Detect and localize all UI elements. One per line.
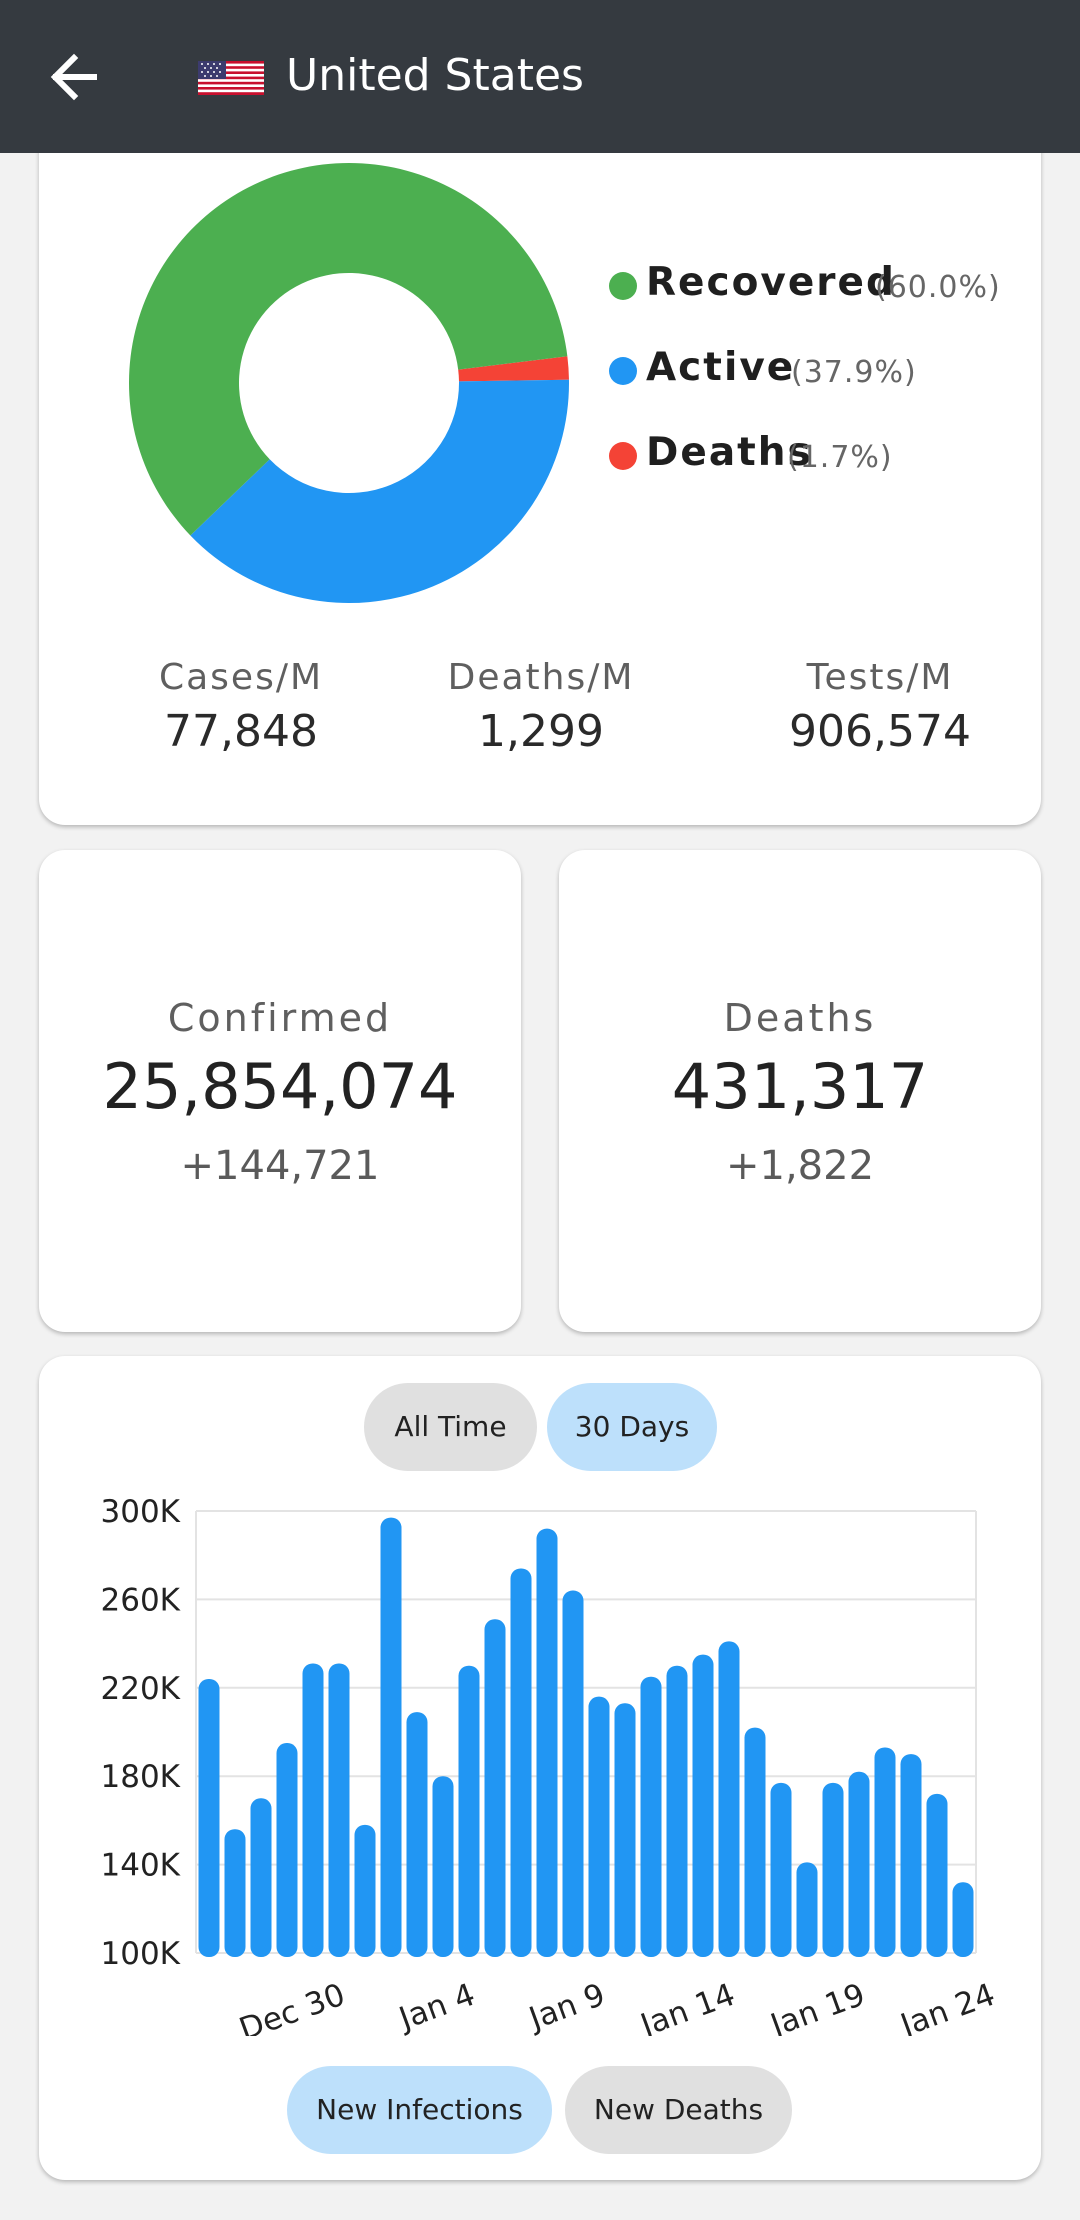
stat-value: 1,299 [478,706,604,757]
confirmed-delta: +144,721 [180,1143,380,1189]
legend-percent: (37.9%) [791,355,917,390]
y-tick-label: 260K [101,1582,181,1618]
legend-percent: (1.7%) [787,440,893,475]
y-tick-label: 300K [101,1494,181,1530]
confirmed-label: Confirmed [167,996,393,1040]
recovered-dot-icon [609,272,637,300]
confirmed-card: Confirmed 25,854,074 +144,721 [39,850,521,1332]
bar [250,1798,272,1957]
chart-card: All Time 30 Days 100K 140K 180K 220K 260K 300… [39,1356,1041,2180]
stat-deaths-per-million: Deaths/M 1,299 [381,657,701,757]
x-tick-label: Jan 14 [634,1977,739,2036]
y-tick-label: 180K [101,1759,181,1795]
x-tick-label: Jan 24 [894,1977,999,2036]
arrow-left-icon [50,53,97,101]
bar [744,1727,766,1957]
legend-percent: (60.0%) [875,270,1001,305]
bar [380,1517,402,1957]
back-button[interactable] [40,42,110,112]
y-tick-label: 140K [101,1848,181,1884]
bar [198,1678,220,1957]
deaths-dot-icon [609,442,637,470]
app-bar: United States [0,0,1080,153]
bar [432,1776,454,1957]
stat-label: Deaths/M [447,657,635,698]
bar [536,1528,558,1957]
bar [848,1771,870,1957]
bar [458,1665,480,1957]
bar [770,1782,792,1957]
stat-label: Cases/M [158,657,324,698]
y-tick-label: 100K [101,1936,181,1972]
stat-cases-per-million: Cases/M 77,848 [81,657,401,757]
bar [822,1782,844,1957]
distribution-donut-chart [128,162,569,603]
bar [276,1743,298,1957]
new-infections-bar-chart: 100K 140K 180K 220K 260K 300K Dec 30 Jan 4 Jan 9… [101,1494,1000,2036]
x-tick-label: Dec 30 [235,1977,350,2036]
bar [692,1654,714,1957]
bar [406,1712,428,1957]
bar [224,1829,246,1957]
us-flag-icon [198,61,264,95]
bar [900,1754,922,1957]
stat-tests-per-million: Tests/M 906,574 [720,657,1040,757]
active-slice [190,379,569,603]
x-tick-label: Jan 9 [523,1977,610,2036]
legend-label: Active [646,345,796,390]
legend-label: Recovered [646,260,896,305]
bar [302,1663,324,1957]
deaths-value: 431,317 [671,1050,929,1123]
deaths-label: Deaths [723,996,877,1040]
x-tick-label: Jan 19 [764,1977,869,2036]
bar [926,1793,948,1957]
bar [588,1696,610,1957]
deaths-card: Deaths 431,317 +1,822 [559,850,1041,1332]
bar [354,1824,376,1957]
tab-new-deaths[interactable]: New Deaths [565,2066,792,2154]
x-tick-label: Jan 4 [393,1977,480,2036]
bar [796,1862,818,1957]
bar [484,1619,506,1957]
bar [510,1568,532,1957]
bar [614,1703,636,1957]
stat-label: Tests/M [806,657,954,698]
tab-new-infections[interactable]: New Infections [287,2066,552,2154]
stat-value: 906,574 [789,706,971,757]
page-title: United States [286,50,584,101]
bar [562,1590,584,1957]
deaths-delta: +1,822 [725,1143,875,1189]
bar [718,1641,740,1957]
y-tick-label: 220K [101,1671,181,1707]
active-dot-icon [609,357,637,385]
bar [328,1663,350,1957]
bar [666,1665,688,1957]
bar [952,1882,974,1957]
bar [640,1676,662,1957]
confirmed-value: 25,854,074 [102,1050,458,1123]
bar [874,1747,896,1957]
overview-card: Recovered (60.0%) Active (37.9%) Deaths … [39,120,1041,825]
stat-value: 77,848 [164,706,318,757]
